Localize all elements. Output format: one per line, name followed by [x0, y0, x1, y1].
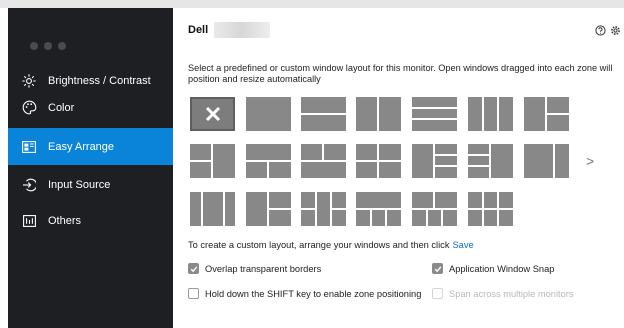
layout-three-rows[interactable]: [412, 97, 457, 131]
layout-left-three-right-column[interactable]: [468, 144, 513, 178]
sidebar-item-others[interactable]: Others: [8, 202, 173, 239]
header: Dell: [188, 22, 271, 38]
header-icons: [595, 25, 621, 39]
save-link[interactable]: Save: [452, 240, 473, 250]
custom-layout-hint-text: To create a custom layout, arrange your …: [188, 240, 450, 250]
layout-four-quadrants[interactable]: [356, 144, 401, 178]
palette-icon: [21, 100, 37, 116]
minimize-window-dot[interactable]: [44, 42, 52, 50]
layout-center-column-sides-split[interactable]: [301, 192, 346, 226]
sidebar-item-label: Easy Arrange: [48, 140, 115, 153]
option-overlap-borders[interactable]: Overlap transparent borders: [188, 263, 321, 274]
check-icon: [434, 265, 441, 272]
layout-six-grid[interactable]: [468, 192, 513, 226]
sidebar-item-label: Color: [48, 101, 75, 114]
sun-icon: [21, 73, 37, 89]
others-icon: [21, 213, 37, 229]
custom-layout-hint: To create a custom layout, arrange your …: [188, 240, 474, 250]
layout-two-rows[interactable]: [301, 97, 346, 131]
window-controls: [30, 42, 66, 50]
layout-top-two-bottom-three[interactable]: [412, 192, 457, 226]
layout-top-row-bottom-split[interactable]: [246, 144, 291, 178]
layout-icon: [21, 139, 37, 155]
sidebar: Brightness / Contrast Color Easy Arrange…: [8, 8, 173, 328]
checkbox-checked[interactable]: [432, 263, 443, 274]
more-layouts-arrow[interactable]: >: [586, 153, 594, 169]
layout-two-columns[interactable]: [356, 97, 401, 131]
sidebar-item-label: Brightness / Contrast: [48, 74, 151, 87]
option-label: Application Window Snap: [449, 263, 555, 274]
window-top-edge: [0, 0, 624, 8]
option-label: Hold down the SHIFT key to enable zone p…: [205, 288, 422, 299]
option-label: Span across multiple monitors: [449, 288, 574, 299]
sidebar-item-label: Others: [48, 214, 82, 227]
sidebar-item-label: Input Source: [48, 178, 111, 191]
layout-top-row-bottom-three[interactable]: [356, 192, 401, 226]
option-label: Overlap transparent borders: [205, 263, 322, 274]
close-window-dot[interactable]: [30, 42, 38, 50]
layout-three-columns[interactable]: [468, 97, 513, 131]
layout-none-selected[interactable]: [190, 97, 235, 131]
help-icon[interactable]: [595, 25, 606, 39]
input-icon: [21, 177, 37, 193]
page-title: Dell: [188, 24, 209, 36]
layout-top-split-bottom-row[interactable]: [301, 144, 346, 178]
sidebar-item-color[interactable]: Color: [8, 89, 173, 126]
layout-wide-left-narrow-right[interactable]: [524, 144, 569, 178]
layout-single[interactable]: [246, 97, 291, 131]
zoom-window-dot[interactable]: [58, 42, 66, 50]
option-span-multiple-monitors: Span across multiple monitors: [432, 288, 574, 299]
layout-three-columns-wide-center[interactable]: [190, 192, 235, 226]
checkbox-checked[interactable]: [188, 263, 199, 274]
check-icon: [190, 265, 197, 272]
close-icon: [205, 106, 220, 122]
sidebar-item-easy-arrange[interactable]: Easy Arrange: [8, 128, 173, 165]
option-shift-zone-positioning[interactable]: Hold down the SHIFT key to enable zone p…: [188, 288, 421, 299]
model-name-redacted: [214, 22, 271, 38]
checkbox-disabled: [432, 288, 443, 299]
layout-left-split-right-column[interactable]: [190, 144, 235, 178]
layout-wide-left-right-split[interactable]: [246, 192, 291, 226]
layout-left-column-right-split[interactable]: [524, 97, 569, 131]
sidebar-item-input-source[interactable]: Input Source: [8, 166, 173, 203]
checkbox-unchecked[interactable]: [188, 288, 199, 299]
option-app-window-snap[interactable]: Application Window Snap: [432, 263, 554, 274]
settings-icon[interactable]: [610, 25, 621, 39]
layout-left-column-right-three[interactable]: [412, 144, 457, 178]
main-panel: Dell Select a predefined or custom windo…: [173, 8, 624, 328]
layout-description: Select a predefined or custom window lay…: [188, 63, 613, 84]
